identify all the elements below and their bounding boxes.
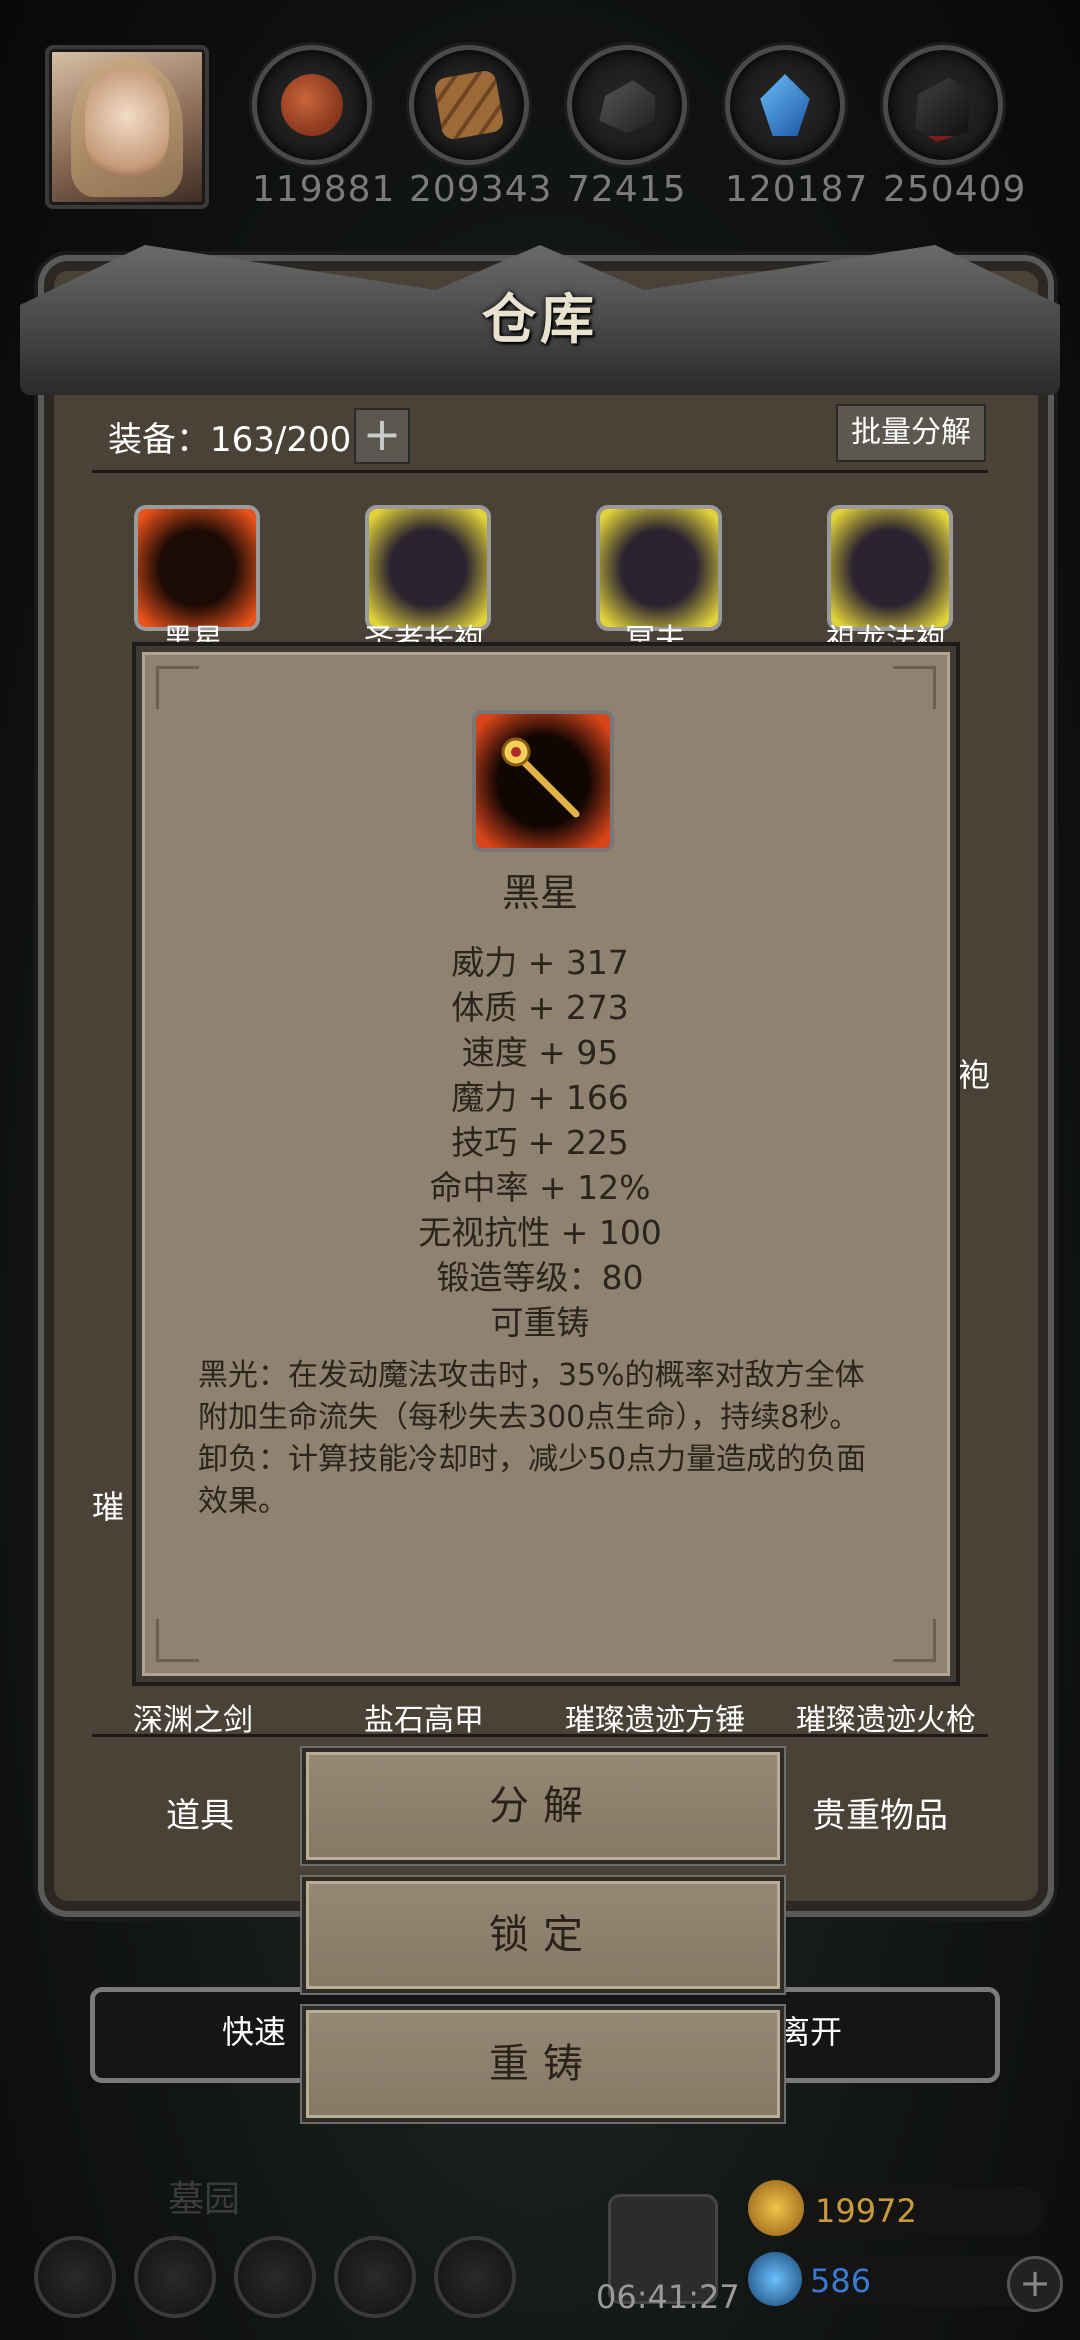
stat-line: 威力 + 317 (451, 943, 629, 982)
item-slot[interactable] (827, 505, 953, 631)
resource-value: 119881 (252, 169, 396, 210)
resource-wood[interactable]: 209343 (409, 45, 553, 210)
staff-icon (501, 737, 580, 818)
lock-button[interactable]: 锁定 (302, 1877, 784, 1993)
resource-value: 72415 (567, 169, 687, 210)
mail-icon[interactable] (334, 2236, 416, 2318)
item-slot[interactable] (365, 505, 491, 631)
player-avatar[interactable] (45, 45, 209, 209)
cube-icon[interactable] (434, 2236, 516, 2318)
item-name: 盐石高甲 (364, 1703, 484, 1738)
item-name: 深渊之剑 (133, 1703, 253, 1738)
item-slot[interactable] (596, 505, 722, 631)
location-label: 墓园 (168, 2179, 241, 2220)
gate-icon[interactable] (234, 2236, 316, 2318)
stat-line: 体质 + 273 (451, 988, 629, 1027)
clock: 06:41:27 (596, 2278, 740, 2316)
stat-line: 技巧 + 225 (451, 1123, 629, 1162)
equipment-capacity: 装备：163/200 (108, 420, 352, 460)
settings-icon[interactable] (34, 2236, 116, 2318)
tab-valuables[interactable]: 贵重物品 (780, 1788, 980, 1837)
resource-coal[interactable]: 250409 (883, 45, 1027, 210)
avatar-face (85, 67, 169, 177)
resource-value: 250409 (883, 169, 1027, 210)
stat-line: 可重铸 (490, 1303, 590, 1342)
popup-corner (156, 1619, 199, 1662)
wood-planks-icon (433, 69, 505, 141)
item-icon (472, 710, 614, 852)
gem-amount: 586 (810, 2262, 872, 2300)
stat-line: 速度 + 95 (461, 1033, 619, 1072)
item-detail-name: 黑星 (501, 871, 578, 915)
tab-items[interactable]: 道具 (100, 1788, 300, 1837)
item-description: 黑光：在发动魔法攻击时，35%的概率对敌方全体附加生命流失（每秒失去300点生命… (198, 1355, 888, 1523)
resource-value: 120187 (725, 169, 869, 210)
popup-corner (156, 666, 199, 709)
recast-button[interactable]: 重铸 (302, 2006, 784, 2122)
iron-ingot-icon (599, 80, 655, 133)
item-slot[interactable] (134, 505, 260, 631)
coal-icon (915, 77, 971, 142)
resource-value: 209343 (409, 169, 553, 210)
gem-icon (748, 2252, 802, 2306)
decompose-button[interactable]: 分解 (302, 1748, 784, 1864)
resource-crystal[interactable]: 120187 (725, 45, 869, 210)
add-currency-button[interactable]: + (1007, 2256, 1063, 2312)
crystal-icon (760, 74, 810, 136)
item-name: 璀璨遗迹方锤 (565, 1703, 745, 1738)
stat-line: 魔力 + 166 (451, 1078, 629, 1117)
resource-meat[interactable]: 119881 (252, 45, 396, 210)
stat-line: 无视抗性 + 100 (418, 1213, 662, 1252)
item-stats: 威力 + 317 体质 + 273 速度 + 95 魔力 + 166 技巧 + … (136, 940, 944, 1345)
popup-corner (893, 666, 936, 709)
gold-amount: 19972 (815, 2192, 917, 2230)
quick-button[interactable]: 快速 (222, 2007, 286, 2053)
item-name-fragment: 璀 (92, 1488, 125, 1526)
stat-line: 命中率 + 12% (429, 1168, 651, 1207)
expand-capacity-button[interactable]: + (354, 408, 410, 464)
divider (92, 1734, 988, 1737)
resource-iron[interactable]: 72415 (567, 45, 687, 210)
divider (92, 470, 988, 473)
stat-line: 锻造等级：80 (436, 1258, 644, 1297)
batch-decompose-button[interactable]: 批量分解 (836, 404, 986, 462)
popup-corner (893, 1619, 936, 1662)
medal-icon[interactable] (134, 2236, 216, 2318)
gold-coin-icon (748, 2180, 804, 2236)
meat-icon (281, 74, 343, 136)
warehouse-title: 仓库 (482, 288, 598, 351)
item-name: 璀璨遗迹火枪 (796, 1703, 976, 1738)
item-name-fragment: 袍 (958, 1056, 991, 1094)
effect-description: 黑光：在发动魔法攻击时，35%的概率对敌方全体附加生命流失（每秒失去300点生命… (198, 1358, 865, 1435)
effect-description: 卸负：计算技能冷却时，减少50点力量造成的负面效果。 (198, 1442, 867, 1519)
leave-button[interactable]: 离开 (778, 2007, 842, 2053)
